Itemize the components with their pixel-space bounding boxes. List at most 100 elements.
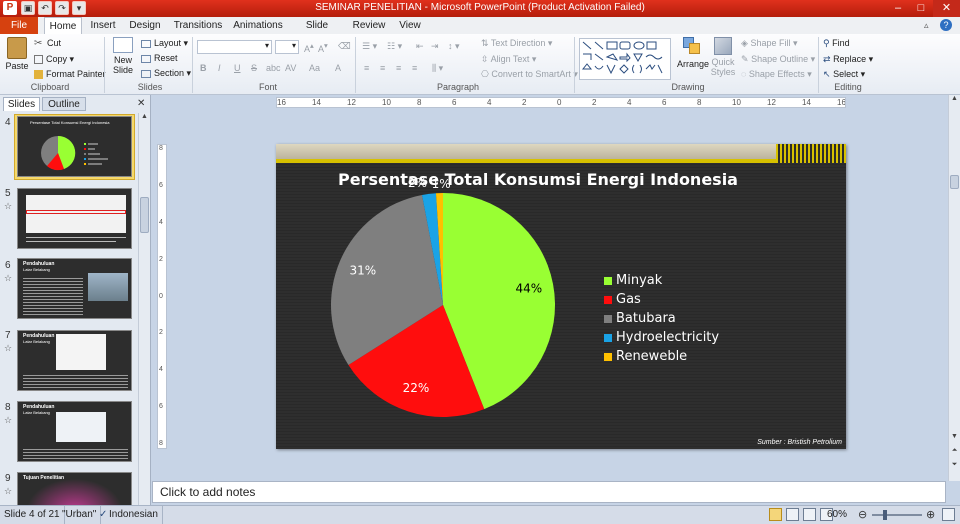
font-color-button[interactable]: A xyxy=(335,63,341,73)
slide-canvas[interactable]: Persentase Total Konsumsi Energi Indones… xyxy=(276,144,846,449)
ruler-tick-label: 10 xyxy=(732,98,741,107)
tab-design[interactable]: Design xyxy=(127,17,163,34)
copy-button[interactable]: Copy ▾ xyxy=(34,54,74,65)
maximize-button[interactable]: □ xyxy=(910,0,932,17)
scrollbar-thumb[interactable] xyxy=(140,197,149,233)
scroll-down-icon[interactable]: ▼ xyxy=(949,433,960,445)
cut-button[interactable]: ✂ Cut xyxy=(34,38,61,49)
clear-formatting-icon[interactable]: ⌫ xyxy=(338,41,351,52)
notes-pane[interactable]: Click to add notes xyxy=(152,481,946,503)
strikethrough-button[interactable]: S xyxy=(251,63,257,73)
bold-button[interactable]: B xyxy=(200,63,207,73)
animation-star-icon: ☆ xyxy=(4,201,13,211)
slide-thumbnail[interactable]: Pendahuluan Latar Belakang xyxy=(17,401,132,462)
quick-styles-button[interactable]: Quick Styles xyxy=(709,37,737,77)
find-button[interactable]: ⚲ Find xyxy=(823,38,850,49)
ruler-tick-label: 12 xyxy=(347,98,356,107)
copy-icon xyxy=(34,55,43,65)
grow-font-icon[interactable]: A▴ xyxy=(304,41,314,54)
scroll-up-icon[interactable]: ▲ xyxy=(949,95,960,107)
align-left-icon[interactable]: ≡ xyxy=(364,63,369,73)
shape-fill-button[interactable]: ◈ Shape Fill ▾ xyxy=(741,38,798,49)
arrange-button[interactable]: Arrange xyxy=(677,37,709,69)
shapes-gallery[interactable] xyxy=(579,38,671,80)
layout-button[interactable]: Layout ▾ xyxy=(141,38,188,49)
new-slide-button[interactable]: New Slide xyxy=(110,37,136,75)
increase-indent-icon[interactable]: ⇥ xyxy=(431,41,439,52)
tab-review[interactable]: Review xyxy=(351,17,387,34)
reset-button[interactable]: Reset xyxy=(141,53,178,63)
tab-outline-panel[interactable]: Outline xyxy=(42,97,86,111)
close-pane-icon[interactable]: ✕ xyxy=(137,98,145,109)
language-indicator[interactable]: Indonesian xyxy=(105,506,163,524)
window-title: SEMINAR PENELITIAN - Microsoft PowerPoin… xyxy=(315,2,645,13)
scroll-up-icon[interactable]: ▲ xyxy=(139,113,150,125)
previous-slide-icon[interactable]: ⏶ xyxy=(949,447,960,459)
tab-slides-panel[interactable]: Slides xyxy=(3,97,40,111)
reading-view-icon[interactable] xyxy=(803,508,816,521)
font-size-dropdown[interactable]: ▾ xyxy=(275,40,299,54)
tab-view[interactable]: View xyxy=(395,17,425,34)
pie-chart[interactable]: 44% 22% 31% 2% 1% xyxy=(276,144,846,449)
slide-thumbnail[interactable]: Tujuan Penelitian xyxy=(17,472,132,505)
align-text-button[interactable]: ⇳ Align Text ▾ xyxy=(481,54,536,65)
slide-sorter-icon[interactable] xyxy=(786,508,799,521)
paste-button[interactable]: Paste xyxy=(3,36,31,80)
section-button[interactable]: Section ▾ xyxy=(141,68,191,79)
ruler-tick-label: 4 xyxy=(627,98,632,107)
numbering-icon[interactable]: ☷ ▾ xyxy=(387,41,402,52)
minimize-button[interactable]: – xyxy=(887,0,909,17)
editing-label: Editing xyxy=(834,82,862,92)
format-painter-button[interactable]: Format Painter xyxy=(34,69,106,80)
zoom-out-icon[interactable]: ⊖ xyxy=(858,508,867,521)
shrink-font-icon[interactable]: A▾ xyxy=(318,41,328,54)
columns-icon[interactable]: ⫼ ▾ xyxy=(432,63,443,74)
smartart-icon: ⎔ xyxy=(481,69,489,79)
drawing-label: Drawing xyxy=(671,82,705,92)
divider xyxy=(104,37,105,93)
tab-home[interactable]: Home xyxy=(44,17,82,34)
replace-button[interactable]: ⇄ Replace ▾ xyxy=(823,54,873,65)
zoom-level[interactable]: 60% xyxy=(825,509,847,520)
fit-to-window-icon[interactable] xyxy=(942,508,955,521)
zoom-slider-thumb[interactable] xyxy=(883,510,887,520)
next-slide-icon[interactable]: ⏷ xyxy=(949,461,960,473)
help-icon[interactable]: ? xyxy=(940,19,952,31)
normal-view-icon[interactable] xyxy=(769,508,782,521)
select-button[interactable]: ↖ Select ▾ xyxy=(823,69,865,80)
tab-transitions[interactable]: Transitions xyxy=(172,17,224,34)
shadow-button[interactable]: abc xyxy=(266,63,281,73)
zoom-in-icon[interactable]: ⊕ xyxy=(926,508,935,521)
font-family-dropdown[interactable]: ▾ xyxy=(197,40,272,54)
change-case-button[interactable]: Aa xyxy=(309,63,320,73)
align-right-icon[interactable]: ≡ xyxy=(396,63,401,73)
slide-thumbnail[interactable]: Pendahuluan Latar Belakang xyxy=(17,258,132,319)
justify-icon[interactable]: ≡ xyxy=(412,63,417,73)
scrollbar-thumb[interactable] xyxy=(950,175,959,189)
slide-thumbnail[interactable]: Pendahuluan Latar Belakang xyxy=(17,330,132,391)
slide-thumbnail[interactable] xyxy=(17,188,132,249)
line-spacing-icon[interactable]: ↕ ▾ xyxy=(448,41,460,52)
shape-effects-button[interactable]: ◌ Shape Effects ▾ xyxy=(741,69,812,80)
close-button[interactable]: ✕ xyxy=(933,0,960,17)
vertical-ruler: 8 6 4 2 0 2 4 6 8 xyxy=(157,144,167,449)
tab-file[interactable]: File xyxy=(0,17,38,34)
underline-button[interactable]: U xyxy=(234,63,241,73)
minimize-ribbon-icon[interactable]: ▵ xyxy=(924,20,929,31)
slide-thumbnail[interactable]: Persentase Total Konsumsi Energi Indones… xyxy=(17,116,132,177)
slides-pane-scrollbar[interactable]: ▲ xyxy=(138,113,150,505)
italic-button[interactable]: I xyxy=(218,63,221,73)
convert-smartart-button[interactable]: ⎔ Convert to SmartArt ▾ xyxy=(481,69,578,80)
zoom-slider[interactable] xyxy=(872,510,922,520)
decrease-indent-icon[interactable]: ⇤ xyxy=(416,41,424,52)
char-spacing-button[interactable]: AV xyxy=(285,63,296,73)
tab-animations[interactable]: Animations xyxy=(232,17,284,34)
tab-insert[interactable]: Insert xyxy=(87,17,119,34)
bullets-icon[interactable]: ☰ ▾ xyxy=(362,41,377,52)
notes-placeholder[interactable]: Click to add notes xyxy=(160,485,255,499)
align-center-icon[interactable]: ≡ xyxy=(380,63,385,73)
main-scrollbar[interactable]: ▲ ▼ ⏶ ⏷ xyxy=(948,95,960,481)
shape-outline-button[interactable]: ✎ Shape Outline ▾ xyxy=(741,54,815,65)
text-direction-button[interactable]: ⇅ Text Direction ▾ xyxy=(481,38,552,49)
tab-slide-show[interactable]: Slide Show xyxy=(292,17,342,48)
